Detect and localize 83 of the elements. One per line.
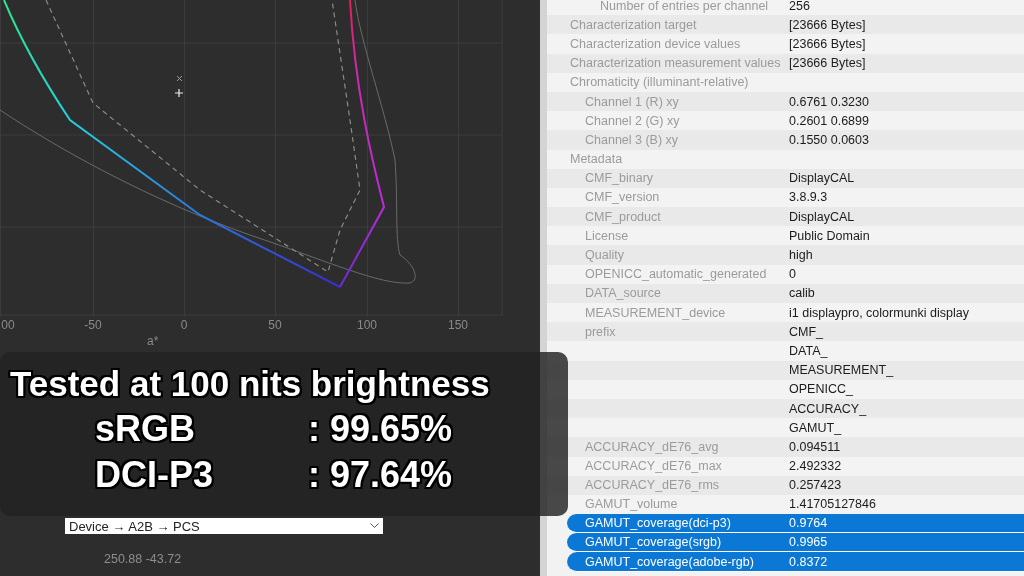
property-value: 0.8372 [789,554,828,569]
axis-tick-label: 0 [180,318,188,332]
property-label: Channel 1 (R) xy [585,94,679,109]
property-row[interactable]: Characterization target [23666 Bytes] [547,15,1024,35]
property-label: Channel 2 (G) xy [585,113,680,128]
property-value: 0.6761 0.3230 [789,94,869,109]
property-row[interactable]: GAMUT_coverage(dci-p3) 0.9764 [567,514,1024,534]
result-name: sRGB [95,408,197,450]
property-value: 2.492332 [789,459,842,474]
property-label: GAMUT_coverage(adobe-rgb) [585,554,754,569]
property-value: Public Domain [789,228,870,243]
property-label: Characterization device values [570,36,741,51]
property-value: 0.1550 0.0603 [789,132,869,147]
property-label: Quality [585,248,624,263]
axis-tick-label: 150 [448,318,468,332]
property-value: 0.9965 [789,535,828,550]
property-value: [23666 Bytes] [789,56,866,71]
property-value: calib [789,286,815,301]
result-value: : 97.64% [308,454,453,496]
property-label: ACCURACY_dE76_avg [585,439,719,454]
property-value: i1 displaypro, colormunki display [789,305,969,320]
property-value: OPENICC_ [789,382,853,397]
property-value: 1.41705127846 [789,497,876,512]
result-name: DCI-P3 [95,454,215,496]
property-label: CMF_product [585,209,661,224]
property-label: DATA_source [585,286,661,301]
result-value: : 99.65% [308,408,453,450]
property-label: Characterization measurement values [570,56,781,71]
plus-marker [174,88,184,98]
property-value: 0.257423 [789,478,842,493]
cross-marker [176,75,183,82]
dropdown[interactable]: Device → A2B → PCS [65,518,383,534]
cursor-reading: 250.88 -43.72 [104,552,183,566]
property-value: 0.2601 0.6899 [789,113,869,128]
property-label: CMF_version [585,190,660,205]
property-row[interactable]: Channel 1 (R) xy 0.6761 0.3230 [547,91,1024,112]
property-label: Characterization target [570,17,697,32]
property-value: 0 [789,267,796,282]
property-value: 256 [789,0,810,13]
caption-title: Tested at 100 nits brightness [10,363,491,405]
property-label: prefix [585,324,616,339]
property-label: OPENICC_automatic_generated [585,267,767,282]
property-label: ACCURACY_dE76_max [585,459,722,474]
property-value: GAMUT_ [789,420,842,435]
property-label: MEASUREMENT_device [585,305,726,320]
property-value: 0.9764 [789,516,828,531]
property-value: MEASUREMENT_ [789,363,894,378]
property-label: Channel 3 (B) xy [585,132,679,147]
property-label: GAMUT_coverage(srgb) [585,535,722,550]
property-label: ACCURACY_dE76_rms [585,478,720,493]
property-row[interactable]: Characterization measurement values [23666 Bytes] [547,53,1024,73]
property-value: DisplayCAL [789,171,855,186]
property-row[interactable]: CMF_product DisplayCAL [547,207,1024,227]
property-value: high [789,248,813,263]
property-value: ACCURACY_ [789,401,867,416]
property-row[interactable]: CMF_binary DisplayCAL [547,168,1024,188]
property-row[interactable]: GAMUT_coverage(adobe-rgb) 0.8372 [567,552,1024,572]
property-value: [23666 Bytes] [789,36,866,51]
property-label: CMF_binary [585,171,654,186]
axis-tick-label: 100 [357,318,377,332]
property-value: [23666 Bytes] [789,17,866,32]
property-label: GAMUT_volume [585,497,678,512]
property-row[interactable]: Channel 3 (B) xy 0.1550 0.0603 [547,130,1024,150]
property-value: CMF_ [789,324,824,339]
axis-tick-label: 50 [268,318,282,332]
property-row[interactable]: Quality high [547,245,1024,265]
property-value: DisplayCAL [789,209,855,224]
property-label: Metadata [570,152,623,167]
property-label: Number of entries per channel [600,0,769,13]
chevron-down-icon [370,523,379,529]
property-label: License [585,228,629,243]
splitter[interactable] [540,0,547,576]
axis-tick-label: -50 [84,318,102,332]
property-label: Chromaticity (illuminant-relative) [570,75,749,90]
axis-label: a* [147,334,159,348]
property-row[interactable]: GAMUT_coverage(srgb) 0.9965 [567,533,1024,553]
property-label: GAMUT_coverage(dci-p3) [585,516,731,531]
axis-tick-label: 00 [1,318,15,332]
property-value: DATA_ [789,343,828,358]
property-value: 3.8.9.3 [789,190,828,205]
property-row[interactable]: DATA_source calib [547,283,1024,303]
property-value: 0.094511 [789,439,841,454]
property-row[interactable]: prefix CMF_ [547,322,1024,342]
